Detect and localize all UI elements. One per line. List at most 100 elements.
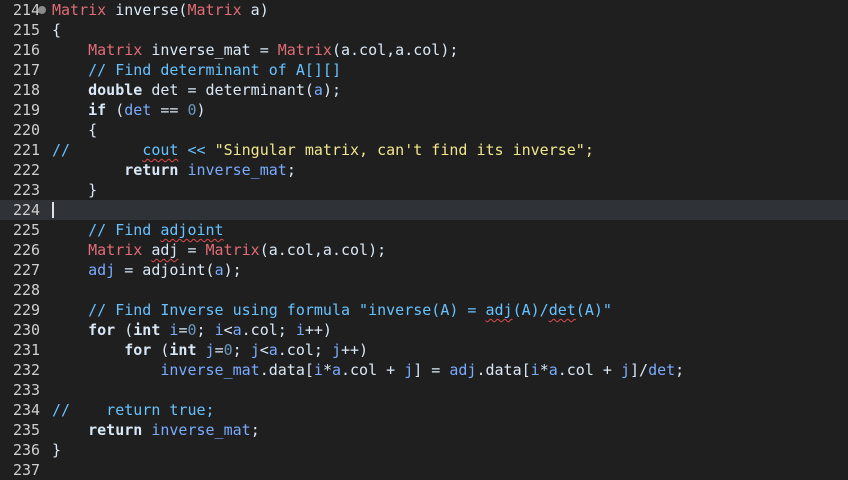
code-text[interactable]: // Find determinant of A[][] [52, 60, 341, 80]
code-token: for [88, 321, 116, 339]
code-text[interactable]: double det = determinant(a); [52, 80, 341, 100]
editor-lines[interactable]: 214 Matrix inverse(Matrix a) 215{216 Matri… [0, 0, 848, 480]
code-text[interactable]: Matrix inverse_mat = Matrix(a.col,a.col)… [52, 40, 458, 60]
code-line[interactable]: 227 adj = adjoint(a); [0, 260, 848, 280]
code-token: } [52, 181, 98, 199]
text-cursor [52, 202, 54, 218]
code-text[interactable]: { [52, 120, 97, 140]
code-line[interactable]: 219 if (det == 0) [0, 100, 848, 120]
code-text[interactable]: Matrix inverse(Matrix a) [52, 0, 269, 20]
line-number: 221 [13, 141, 41, 159]
code-line[interactable]: 216 Matrix inverse_mat = Matrix(a.col,a.… [0, 40, 848, 60]
line-number: 234 [13, 401, 41, 419]
misspelled-token: adjoint [160, 221, 224, 239]
misspelled-token: adj [151, 241, 179, 259]
code-line[interactable]: 236} [0, 440, 848, 460]
code-token: 0 [187, 101, 197, 119]
code-token: inverse_mat [187, 161, 287, 179]
code-text[interactable]: return inverse_mat; [52, 420, 260, 440]
code-line[interactable]: 214 Matrix inverse(Matrix a) [0, 0, 848, 20]
code-text[interactable]: for (int j=0; j<a.col; j++) [52, 340, 368, 360]
line-number: 233 [13, 381, 41, 399]
code-text[interactable]: // cout << "Singular matrix, can't find … [52, 140, 594, 160]
code-text[interactable]: } [52, 180, 97, 200]
code-token: j [250, 341, 260, 359]
fold-toggle-icon[interactable] [38, 6, 46, 14]
code-token: ( [106, 101, 125, 119]
code-token: j [620, 361, 630, 379]
line-number: 237 [13, 461, 41, 479]
code-text[interactable]: return inverse_mat; [52, 160, 296, 180]
code-token: "Singular matrix, can't find its inverse… [214, 141, 594, 159]
code-editor[interactable]: 214 Matrix inverse(Matrix a) 215{216 Matri… [0, 0, 848, 479]
line-number: 217 [13, 61, 41, 79]
code-token: return [88, 421, 143, 439]
code-text[interactable]: inverse_mat.data[i*a.col + j] = adj.data… [52, 360, 684, 380]
line-number: 224 [13, 201, 41, 219]
code-line[interactable]: 225 // Find adjoint [0, 220, 848, 240]
code-line[interactable]: 215 { [0, 20, 848, 40]
code-token: == [151, 101, 188, 119]
code-token: = [178, 241, 206, 259]
code-line[interactable]: 230 for (int i=0; i<a.col; i++) [0, 320, 848, 340]
code-token: (a.col,a.col); [331, 41, 459, 59]
code-token: // [52, 141, 143, 159]
code-line[interactable]: 233 [0, 380, 848, 400]
code-token: 0 [223, 341, 233, 359]
code-line[interactable]: 224 [0, 200, 848, 220]
code-line[interactable]: 223 } [0, 180, 848, 200]
code-token: if [88, 101, 107, 119]
code-token: a [331, 361, 341, 379]
code-text[interactable]: // Find Inverse using formula "inverse(A… [52, 300, 612, 320]
code-line[interactable]: 222 return inverse_mat; [0, 160, 848, 180]
code-token: } [52, 441, 62, 459]
code-token: { [52, 121, 98, 139]
misspelled-token: cout [142, 141, 179, 159]
code-line[interactable]: 235 return inverse_mat; [0, 420, 848, 440]
code-line[interactable]: 221 // cout << "Singular matrix, can't fi… [0, 140, 848, 160]
code-token: // Find Inverse using formula "inverse(A… [52, 301, 486, 319]
code-line[interactable]: 218 double det = determinant(a); [0, 80, 848, 100]
code-token: ] = [413, 361, 450, 379]
code-token: (A)/ [512, 301, 549, 319]
code-token: ( [151, 341, 170, 359]
code-line[interactable]: 228 [0, 280, 848, 300]
code-text[interactable]: } [52, 440, 61, 460]
code-token: Matrix [52, 1, 107, 19]
code-token: det [124, 101, 152, 119]
code-token: i [313, 361, 323, 379]
code-token: .col; [241, 321, 296, 339]
code-text[interactable]: if (det == 0) [52, 100, 205, 120]
code-line[interactable]: 220 { [0, 120, 848, 140]
code-text[interactable]: // return true; [52, 400, 215, 420]
code-line[interactable]: 232 inverse_mat.data[i*a.col + j] = adj.… [0, 360, 848, 380]
line-number: 226 [13, 241, 41, 259]
code-token: .col + [557, 361, 621, 379]
line-number: 230 [13, 321, 41, 339]
code-token: j [205, 341, 215, 359]
line-number: 232 [13, 361, 41, 379]
code-text[interactable]: Matrix adj = Matrix(a.col,a.col); [52, 240, 386, 260]
code-line[interactable]: 226 Matrix adj = Matrix(a.col,a.col); [0, 240, 848, 260]
code-text[interactable]: // Find adjoint [52, 220, 224, 240]
code-line[interactable]: 229 // Find Inverse using formula "inver… [0, 300, 848, 320]
code-text[interactable]: for (int i=0; i<a.col; i++) [52, 320, 332, 340]
code-token: (a.col,a.col); [259, 241, 387, 259]
code-token: return [124, 161, 179, 179]
line-number: 219 [13, 101, 41, 119]
code-line[interactable]: 217 // Find determinant of A[][] [0, 60, 848, 80]
code-token: .col; [277, 341, 332, 359]
line-number: 229 [13, 301, 41, 319]
code-line[interactable]: 231 for (int j=0; j<a.col; j++) [0, 340, 848, 360]
code-text[interactable]: adj = adjoint(a); [52, 260, 242, 280]
code-line[interactable]: 237 [0, 460, 848, 480]
code-text[interactable]: { [52, 20, 61, 40]
code-token: i [530, 361, 540, 379]
line-number: 225 [13, 221, 41, 239]
code-token: * [322, 361, 332, 379]
line-number: 236 [13, 441, 41, 459]
code-line[interactable]: 234 // return true; [0, 400, 848, 420]
code-token: adj [449, 361, 477, 379]
